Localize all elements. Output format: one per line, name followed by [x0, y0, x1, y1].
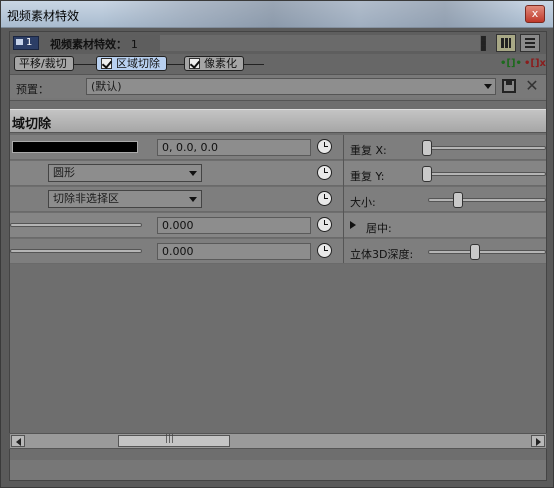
chain-item-label: 平移/裁切	[19, 57, 67, 70]
repeat-y-slider-thumb[interactable]	[422, 166, 432, 182]
keyframe-clock-icon[interactable]	[317, 165, 332, 180]
depth-slider-thumb[interactable]	[470, 244, 480, 260]
effects-panel: 1 视频素材特效： 1 ▪ ▪ ▪ 平移/裁切 区域切除 像素化 •[]• •[]x…	[9, 31, 547, 481]
panel-header: 1 视频素材特效： 1 ▪ ▪ ▪	[10, 32, 546, 54]
badge-number: 1	[26, 37, 33, 48]
center-label: 居中:	[366, 222, 392, 235]
checkbox-icon[interactable]	[101, 58, 112, 69]
size-label: 大小:	[350, 196, 376, 209]
horizontal-scrollbar[interactable]	[9, 433, 547, 449]
param-slider[interactable]	[10, 223, 142, 227]
preset-value: (默认)	[91, 80, 122, 93]
color-value-field[interactable]: 0, 0.0, 0.0	[157, 139, 311, 156]
chain-item-label: 区域切除	[116, 57, 160, 70]
cut-mode-dropdown[interactable]: 切除非选择区	[48, 190, 202, 208]
panel-title-label: 视频素材特效：	[50, 38, 127, 51]
chevron-down-icon	[189, 197, 197, 202]
effects-window: 视频素材特效 x 1 视频素材特效： 1 ▪ ▪ ▪ 平移/裁切 区域切除 像素化 …	[0, 0, 554, 488]
keyframe-clock-icon[interactable]	[317, 217, 332, 232]
properties-area: 域切除 0, 0.0, 0.0 重复 X: 圆形 重复 Y: 切除非选择区 大小…	[10, 100, 546, 460]
size-slider-thumb[interactable]	[453, 192, 463, 208]
checkbox-icon[interactable]	[189, 58, 200, 69]
keyframe-clock-icon[interactable]	[317, 243, 332, 258]
grip-icon[interactable]: ▪ ▪ ▪	[480, 34, 487, 54]
effect-chain: 平移/裁切 区域切除 像素化 •[]• •[]x	[10, 54, 546, 74]
panel-title-count: 1	[130, 38, 138, 51]
header-track	[160, 35, 480, 51]
repeat-y-label: 重复 Y:	[350, 170, 385, 183]
scrollbar-thumb[interactable]	[118, 434, 230, 447]
cut-mode-value: 切除非选择区	[53, 192, 119, 205]
repeat-x-slider-thumb[interactable]	[422, 140, 432, 156]
repeat-y-slider[interactable]	[426, 172, 546, 176]
preset-row: 预置： (默认) ✕	[10, 74, 546, 98]
size-slider[interactable]	[428, 198, 546, 202]
chain-item-pan-crop[interactable]: 平移/裁切	[14, 56, 74, 71]
shape-value: 圆形	[53, 166, 75, 179]
scroll-right-icon[interactable]	[531, 435, 545, 447]
close-button[interactable]: x	[525, 5, 545, 23]
panel-title: 视频素材特效： 1	[50, 36, 138, 52]
color-swatch[interactable]	[12, 141, 138, 153]
depth-label: 立体3D深度:	[350, 248, 414, 261]
preset-label: 预置：	[16, 83, 49, 96]
save-preset-icon[interactable]	[502, 79, 516, 93]
chain-view-button[interactable]	[496, 34, 516, 52]
remove-plugin-icon[interactable]: •[]x	[524, 56, 546, 72]
scroll-left-icon[interactable]	[11, 435, 25, 447]
preset-dropdown[interactable]: (默认)	[86, 78, 496, 95]
grid-icon	[501, 38, 511, 48]
list-view-button[interactable]	[520, 34, 540, 52]
param-value-field[interactable]: 0.000	[157, 243, 311, 260]
keyframe-clock-icon[interactable]	[317, 191, 332, 206]
chain-item-cookie-cutter[interactable]: 区域切除	[96, 56, 167, 71]
chevron-down-icon	[484, 84, 492, 89]
chain-item-label: 像素化	[204, 57, 237, 70]
title-bar[interactable]: 视频素材特效 x	[1, 1, 553, 28]
param-value-field[interactable]: 0.000	[157, 217, 311, 234]
depth-slider[interactable]	[428, 250, 546, 254]
media-badge: 1	[13, 36, 39, 50]
section-header[interactable]: 域切除	[10, 109, 546, 133]
repeat-x-slider[interactable]	[426, 146, 546, 150]
delete-preset-icon[interactable]: ✕	[524, 77, 540, 95]
repeat-x-label: 重复 X:	[350, 144, 387, 157]
shape-dropdown[interactable]: 圆形	[48, 164, 202, 182]
list-icon	[525, 38, 535, 48]
add-plugin-icon[interactable]: •[]•	[500, 56, 522, 72]
keyframe-clock-icon[interactable]	[317, 139, 332, 154]
param-slider[interactable]	[10, 249, 142, 253]
section-title: 域切除	[12, 117, 52, 132]
background-photo-strip	[101, 1, 531, 28]
chain-item-pixelate[interactable]: 像素化	[184, 56, 244, 71]
media-icon	[16, 39, 23, 45]
expand-arrow-icon[interactable]	[350, 221, 356, 229]
window-title: 视频素材特效	[7, 9, 80, 23]
column-divider	[343, 135, 344, 263]
chevron-down-icon	[189, 171, 197, 176]
